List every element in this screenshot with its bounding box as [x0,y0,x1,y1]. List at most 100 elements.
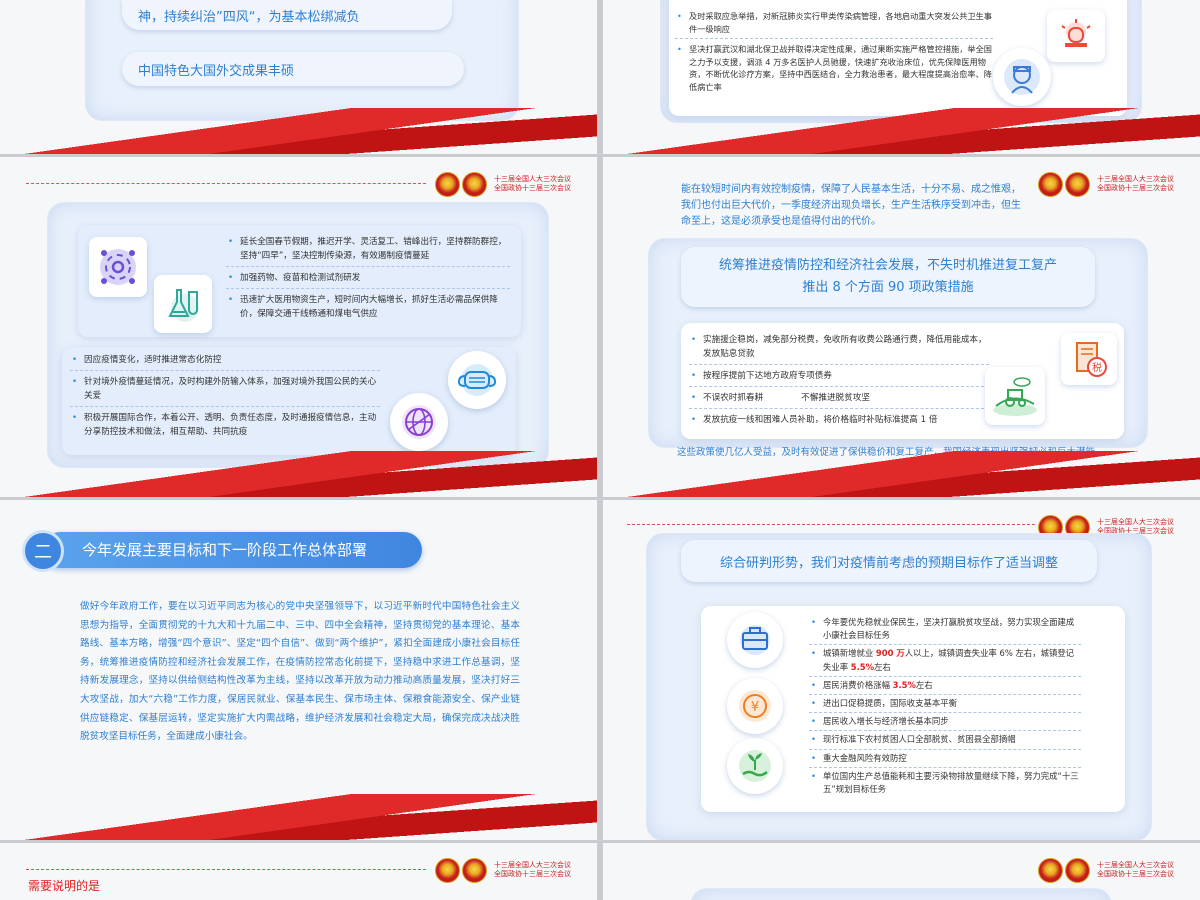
red-ribbon-decoration [603,108,1200,154]
epidemic-measures-list: 及时采取应急举措，对新冠肺炎实行甲类传染病管理，各地启动重大突发公共卫生事件一级… [675,10,993,100]
policy-list: 实施援企稳岗，减免部分税费，免收所有收费公路通行费，降低用能成本，发放贴息贷款 … [689,333,989,434]
list-item: 重大金融风险有效防控 [809,752,1081,768]
cppcc-emblem-icon [462,858,487,883]
list-item-text: 加强药物、疫苗和检测试剂研发 [240,273,361,283]
intro-paragraph: 能在较短时间内有效控制疫情，保障了人民基本生活，十分不易、成之惟艰，我们也付出巨… [681,184,1021,227]
list-item-text: 今年要优先稳就业保民生，坚决打赢脱贫攻坚战，努力实现全面建成小康社会目标任务 [823,617,1075,641]
header-divider [627,524,1035,525]
session-label-line1: 十三届全国人大三次会议 [1097,861,1174,869]
slide-2[interactable]: 及时采取应急举措，对新冠肺炎实行甲类传染病管理，各地启动重大突发公共卫生事件一级… [603,0,1200,154]
network-icon [89,237,147,297]
policy-banner-line1: 统筹推进疫情防控和经济社会发展，不失时机推进复工复产 [718,258,1057,273]
yen-coin-icon: ¥ [727,678,783,734]
list-item: 发放抗疫一线和困难人员补助，将价格临时补贴标准提高 1 倍 [689,413,989,430]
national-emblem-icon [1038,858,1063,883]
session-label-line2: 全国政协十三届三次会议 [1097,870,1174,878]
list-item-text: 及时采取应急举措，对新冠肺炎实行甲类传染病管理，各地启动重大突发公共卫生事件一级… [689,11,992,34]
slide-title: 需要说明的是 [28,879,101,893]
bottom-measures-list: 因应疫情变化，适时推进常态化防控 针对境外疫情蔓延情况，及时构建外防输入体系，加… [70,353,380,446]
list-item: 进出口促稳提质，国际收支基本平衡 [809,697,1081,714]
list-item-text: 针对境外疫情蔓延情况，及时构建外防输入体系，加强对境外我国公民的关心关爱 [84,377,377,401]
slide-7[interactable]: 十三届全国人大三次会议 全国政协十三届三次会议 需要说明的是 [0,843,597,900]
lab-flask-icon [154,275,212,333]
slide-3[interactable]: 十三届全国人大三次会议 全国政协十三届三次会议 延长全国春节假期，推迟开学、灵活… [0,157,597,497]
slide-4[interactable]: 十三届全国人大三次会议 全国政协十三届三次会议 能在较短时间内有效控制疫情，保障… [603,157,1200,497]
list-item: 不误农时抓春耕 不懈推进脱贫攻坚 [689,391,989,409]
emblem-group [1038,858,1090,883]
session-label-line1: 十三届全国人大三次会议 [494,175,571,183]
cppcc-emblem-icon [1065,858,1090,883]
session-label-line2: 全国政协十三届三次会议 [494,870,571,878]
slide-1[interactable]: 神，持续纠治”四风“，为基本松绑减负 中国特色大国外交成果丰硕 [0,0,597,154]
list-item-text: 不误农时抓春耕 [703,393,764,403]
registered-unemployment-value: 5.5% [850,661,875,672]
session-label: 十三届全国人大三次会议 全国政协十三届三次会议 [494,175,571,193]
list-item-text: 重大金融风险有效防控 [823,752,907,763]
session-label-line1: 十三届全国人大三次会议 [1097,175,1174,183]
list-item-text: 迅速扩大医用物资生产，短时间内大幅增长，抓好生活必需品保供降价，保障交通干线畅通… [240,295,498,319]
pill-text-1-label: 神，持续纠治”四风“，为基本松绑减负 [138,9,360,25]
list-item-text: 延长全国春节假期，推迟开学、灵活复工、错峰出行，坚持群防群控，坚持“四早”，坚决… [240,237,507,261]
session-label: 十三届全国人大三次会议 全国政协十三届三次会议 [1097,175,1174,193]
body-paragraph: 做好今年政府工作，要在以习近平同志为核心的党中央坚强领导下，以习近平新时代中国特… [80,601,520,743]
target-banner-text: 综合研判形势，我们对疫情前考虑的预期目标作了适当调整 [719,555,1058,571]
nurse-icon [993,48,1051,106]
face-mask-icon [448,351,506,409]
list-item-text: 左右 [874,661,891,672]
cppcc-emblem-icon [462,172,487,197]
red-ribbon-decoration [0,451,597,497]
pill-text-2: 中国特色大国外交成果丰硕 [122,52,464,86]
list-item-text: 居民消费价格涨幅 [823,679,893,690]
national-emblem-icon [435,858,460,883]
session-label: 十三届全国人大三次会议 全国政协十三届三次会议 [1097,861,1174,879]
list-item: 针对境外疫情蔓延情况，及时构建外防输入体系，加强对境外我国公民的关心关爱 [70,375,380,407]
cppcc-emblem-icon [1065,172,1090,197]
list-item-text: 城镇新增就业 [823,648,876,659]
list-item: 单位国内生产总值能耗和主要污染物排放量继续下降，努力完成“十三五”规划目标任务 [809,770,1081,799]
globe-icon [390,393,448,451]
policy-banner-line2: 推出 8 个方面 90 项政策措施 [802,280,974,295]
list-item: 延长全国春节假期，推迟开学、灵活复工、错峰出行，坚持群防群控，坚持“四早”，坚决… [226,235,510,267]
plant-hand-icon [727,738,783,794]
emblem-group [435,858,487,883]
session-label-line1: 十三届全国人大三次会议 [494,861,571,869]
national-emblem-icon [1038,172,1063,197]
session-label: 十三届全国人大三次会议 全国政协十三届三次会议 [494,861,571,879]
list-item: 实施援企稳岗，减免部分税费，免收所有收费公路通行费，降低用能成本，发放贴息贷款 [689,333,989,365]
list-item-text: 坚决打赢武汉和湖北保卫战并取得决定性成果，通过果断实施严格管控措施，举全国之力予… [689,44,992,92]
cpi-target-value: 3.5% [892,679,916,690]
list-item: 现行标准下农村贫困人口全部脱贫、贫困县全部摘帽 [809,733,1081,750]
red-ribbon-decoration [0,108,597,154]
slide-8[interactable]: 十三届全国人大三次会议 全国政协十三届三次会议 [603,843,1200,900]
list-item-text: 进出口促稳提质，国际收支基本平衡 [823,698,957,709]
section-number-badge: 二 [22,530,64,572]
list-item-text: 不懈推进脱贫攻坚 [801,393,870,403]
pill-text-2-label: 中国特色大国外交成果丰硕 [138,63,295,79]
list-item: 居民消费价格涨幅 3.5%左右 [809,679,1081,696]
alarm-icon [1047,10,1105,62]
content-panel [691,889,1111,900]
slide-5[interactable]: 二 今年发展主要目标和下一阶段工作总体部署 做好今年政府工作，要在以习近平同志为… [0,500,597,840]
top-measures-list: 延长全国春节假期，推迟开学、灵活复工、错峰出行，坚持群防群控，坚持“四早”，坚决… [226,235,510,328]
list-item-text: 现行标准下农村贫困人口全部脱贫、贫困县全部摘帽 [823,734,1016,745]
target-banner: 综合研判形势，我们对疫情前考虑的预期目标作了适当调整 [681,540,1097,582]
slide-6[interactable]: 十三届全国人大三次会议 全国政协十三届三次会议 综合研判形势，我们对疫情前考虑的… [603,500,1200,840]
list-item-text: 居民收入增长与经济增长基本同步 [823,716,949,727]
list-item: 居民收入增长与经济增长基本同步 [809,715,1081,732]
list-item-text: 积极开展国际合作，本着公开、透明、负责任态度，及时通报疫情信息，主动分享防控技术… [84,413,377,437]
list-item: 迅速扩大医用物资生产，短时间内大幅增长，抓好生活必需品保供降价，保障交通干线畅通… [226,293,510,324]
session-label-line1: 十三届全国人大三次会议 [1097,518,1174,526]
list-item: 城镇新增就业 900 万人以上，城镇调查失业率 6% 左右，城镇登记失业率 5.… [809,647,1081,677]
list-item: 因应疫情变化，适时推进常态化防控 [70,353,380,371]
national-emblem-icon [435,172,460,197]
list-item: 今年要优先稳就业保民生，坚决打赢脱贫攻坚战，努力实现全面建成小康社会目标任务 [809,616,1081,646]
section-number: 二 [34,542,52,563]
session-label-line2: 全国政协十三届三次会议 [494,184,571,192]
header-divider [26,183,426,184]
farm-tractor-icon [985,367,1045,425]
yen-symbol: ¥ [751,700,759,715]
emblem-group [435,172,487,197]
list-item: 积极开展国际合作，本着公开、透明、负责任态度，及时通报疫情信息，主动分享防控技术… [70,411,380,442]
list-item: 及时采取应急举措，对新冠肺炎实行甲类传染病管理，各地启动重大突发公共卫生事件一级… [675,10,993,39]
tax-document-icon: 税 [1061,333,1117,385]
